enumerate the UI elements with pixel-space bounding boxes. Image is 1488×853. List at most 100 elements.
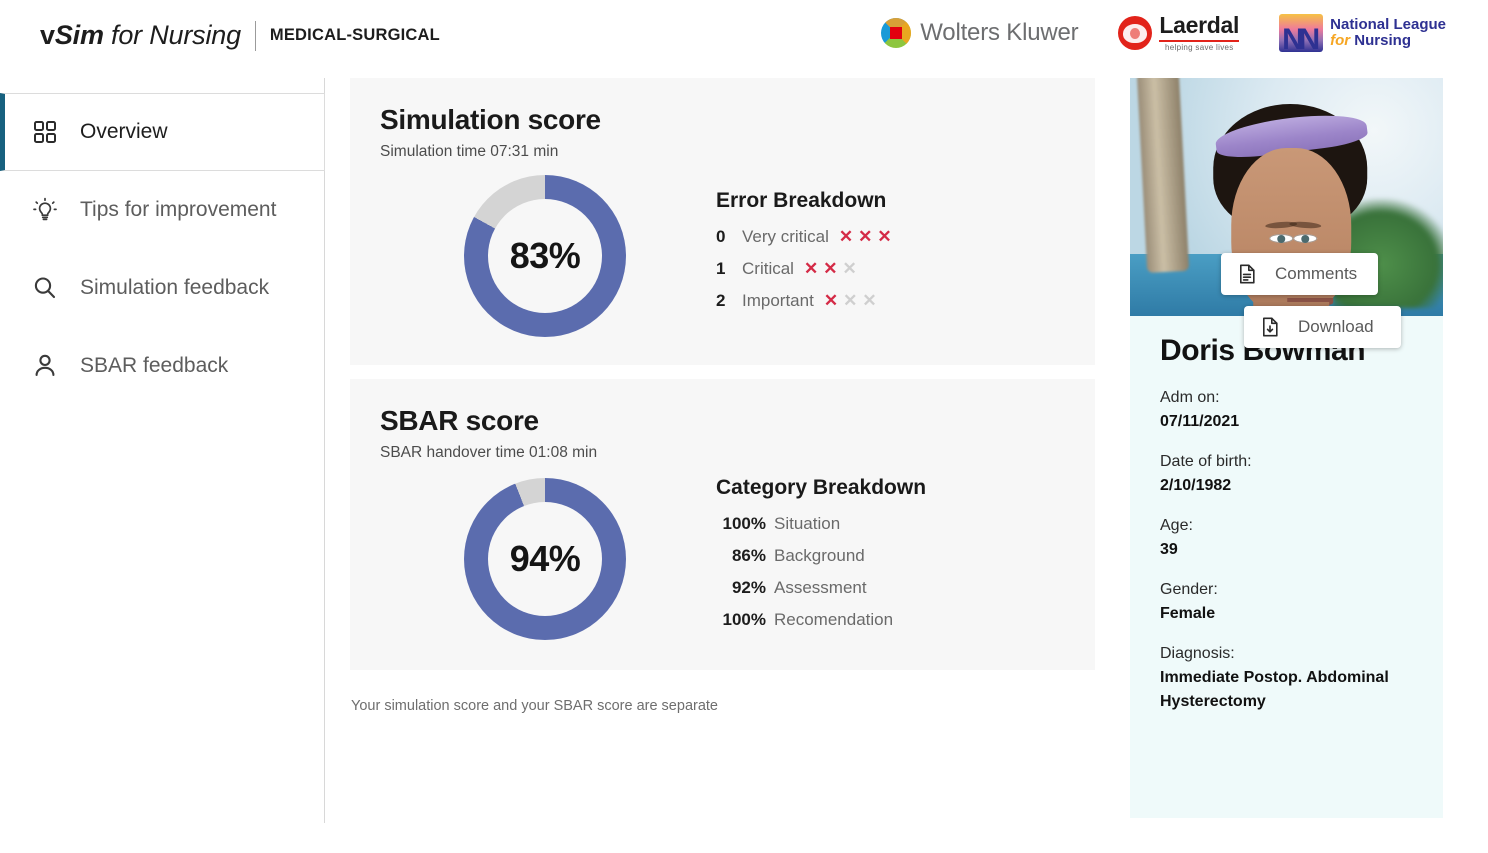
error-mark: ✕ xyxy=(823,291,839,310)
laerdal-icon xyxy=(1118,15,1153,50)
avatar-brow-right xyxy=(1288,220,1321,230)
sbar-score-card: SBAR score SBAR handover time 01:08 min … xyxy=(350,379,1095,670)
laerdal-tagline: helping save lives xyxy=(1165,42,1234,52)
score-footnote: Your simulation score and your SBAR scor… xyxy=(351,698,718,714)
avatar-eye-left xyxy=(1268,234,1293,243)
error-marks-important: ✕ ✕ ✕ xyxy=(824,292,877,309)
simulation-donut-wrap: 83% xyxy=(380,175,710,337)
error-mark: ✕ xyxy=(803,259,819,278)
category-pct-assessment: 92% xyxy=(731,578,766,597)
comments-label: Comments xyxy=(1275,264,1358,283)
download-label: Download xyxy=(1298,317,1374,336)
brand-wordmark: vSim for Nursing xyxy=(40,20,241,51)
patient-details: Doris Bowman Adm on: 07/11/2021 Date of … xyxy=(1130,316,1443,714)
category-breakdown-title: Category Breakdown xyxy=(716,476,927,499)
patient-field-gender-value: Female xyxy=(1160,605,1216,622)
patient-actions-menu: Comments Download xyxy=(1221,253,1401,348)
search-icon xyxy=(30,273,60,303)
error-count-important: 2 xyxy=(716,291,726,310)
sbar-donut-hole: 94% xyxy=(488,502,602,616)
wolters-kluwer-label: Wolters Kluwer xyxy=(920,19,1079,46)
patient-field-adm-on-label: Adm on: xyxy=(1160,389,1220,406)
nln-nursing: Nursing xyxy=(1350,32,1411,49)
avatar-eye-right xyxy=(1292,234,1317,243)
comments-button[interactable]: Comments xyxy=(1221,253,1378,295)
download-button[interactable]: Download xyxy=(1244,306,1401,348)
wolters-kluwer-icon xyxy=(881,18,912,48)
laerdal-logo: Laerdal helping save lives xyxy=(1118,13,1240,52)
error-marks-critical: ✕ ✕ ✕ xyxy=(804,260,857,277)
patient-panel: Comments Download Doris Bowman Adm on: 0… xyxy=(1130,78,1443,818)
error-mark: ✕ xyxy=(823,259,838,278)
sidebar-item-overview-label: Overview xyxy=(80,120,168,143)
category-row-situation: 100% Situation xyxy=(716,514,1065,546)
category-pct-background: 86% xyxy=(731,546,766,565)
error-row-important: 2 Important ✕ ✕ ✕ xyxy=(716,291,1065,323)
error-row-critical: 1 Critical ✕ ✕ ✕ xyxy=(716,259,1065,291)
document-icon xyxy=(1235,262,1259,286)
error-mark: ✕ xyxy=(843,291,858,310)
simulation-score-title: Simulation score xyxy=(380,104,601,135)
lightbulb-icon xyxy=(30,195,60,225)
brand-divider xyxy=(254,20,256,51)
patient-field-date-of-birth: Date of birth: 2/10/1982 xyxy=(1160,450,1415,498)
brand-sim: Sim xyxy=(54,20,104,50)
category-pct-recomendation: 100% xyxy=(722,610,766,629)
error-mark: ✕ xyxy=(842,259,857,278)
sidebar-item-simulation-feedback[interactable]: Simulation feedback xyxy=(0,249,324,327)
simulation-score-value: 83% xyxy=(509,235,581,276)
error-label-critical: Critical xyxy=(742,259,794,278)
sidebar-nav: Overview Tips for improvement Simulation… xyxy=(0,78,325,823)
sidebar-item-tips-for-improvement[interactable]: Tips for improvement xyxy=(0,171,324,249)
simulation-score-donut: 83% xyxy=(464,175,626,337)
error-row-very-critical: 0 Very critical ✕ ✕ ✕ xyxy=(716,227,1065,259)
nln-wordmark: National League for Nursing xyxy=(1330,16,1446,49)
error-label-very-critical: Very critical xyxy=(742,227,829,246)
patient-field-diagnosis: Diagnosis: Immediate Postop. Abdominal H… xyxy=(1160,642,1415,714)
sidebar-item-sbar-feedback-label: SBAR feedback xyxy=(80,354,229,377)
category-label-situation: Situation xyxy=(774,514,841,533)
error-marks-very-critical: ✕ ✕ ✕ xyxy=(839,228,892,245)
category-pct-situation: 100% xyxy=(722,514,766,533)
sbar-handover-time: SBAR handover time 01:08 min xyxy=(380,444,598,461)
simulation-donut-hole: 83% xyxy=(488,199,602,313)
error-mark: ✕ xyxy=(862,291,877,310)
category-label-background: Background xyxy=(774,546,865,565)
error-mark: ✕ xyxy=(838,227,854,246)
patient-field-adm-on-value: 07/11/2021 xyxy=(1160,413,1240,430)
patient-field-age-value: 39 xyxy=(1160,541,1178,558)
brand-v: v xyxy=(40,20,55,50)
category-label-recomendation: Recomendation xyxy=(774,610,894,629)
person-icon xyxy=(30,351,60,381)
sidebar-item-tips-for-improvement-label: Tips for improvement xyxy=(80,198,277,221)
laerdal-wordmark: Laerdal helping save lives xyxy=(1159,13,1240,52)
sbar-donut-wrap: 94% xyxy=(380,478,710,640)
patient-field-diagnosis-value: Immediate Postop. Abdominal Hysterectomy xyxy=(1160,669,1389,710)
partner-logos: Wolters Kluwer Laerdal helping save live… xyxy=(881,13,1446,52)
error-mark: ✕ xyxy=(877,227,892,246)
sbar-score-body: 94% Category Breakdown 100% Situation 86… xyxy=(380,476,1065,642)
category-label-assessment: Assessment xyxy=(774,578,867,597)
error-label-important: Important xyxy=(742,291,814,310)
patient-field-date-of-birth-label: Date of birth: xyxy=(1160,453,1252,470)
laerdal-rule xyxy=(1159,39,1240,42)
brand-logo: vSim for Nursing MEDICAL-SURGICAL xyxy=(40,20,440,51)
sidebar-item-sbar-feedback[interactable]: SBAR feedback xyxy=(0,327,324,405)
error-count-critical: 1 xyxy=(716,259,726,278)
patient-field-age-label: Age: xyxy=(1160,517,1193,534)
simulation-time: Simulation time 07:31 min xyxy=(380,143,559,160)
category-row-background: 86% Background xyxy=(716,546,1065,578)
app-header: vSim for Nursing MEDICAL-SURGICAL Wolter… xyxy=(0,0,1488,78)
brand-for-nursing: for Nursing xyxy=(103,20,241,50)
patient-field-gender: Gender: Female xyxy=(1160,578,1415,626)
nln-line-2: for Nursing xyxy=(1330,32,1446,49)
main-content: Simulation score Simulation time 07:31 m… xyxy=(325,78,1095,714)
patient-field-adm-on: Adm on: 07/11/2021 xyxy=(1160,386,1415,434)
nln-for: for xyxy=(1330,32,1351,49)
download-document-icon xyxy=(1258,315,1282,339)
category-row-recomendation: 100% Recomendation xyxy=(716,610,1065,642)
national-league-for-nursing-logo: National League for Nursing xyxy=(1279,14,1446,52)
nln-icon xyxy=(1279,14,1324,52)
sidebar-item-overview[interactable]: Overview xyxy=(0,93,325,171)
sbar-score-title: SBAR score xyxy=(380,405,539,436)
